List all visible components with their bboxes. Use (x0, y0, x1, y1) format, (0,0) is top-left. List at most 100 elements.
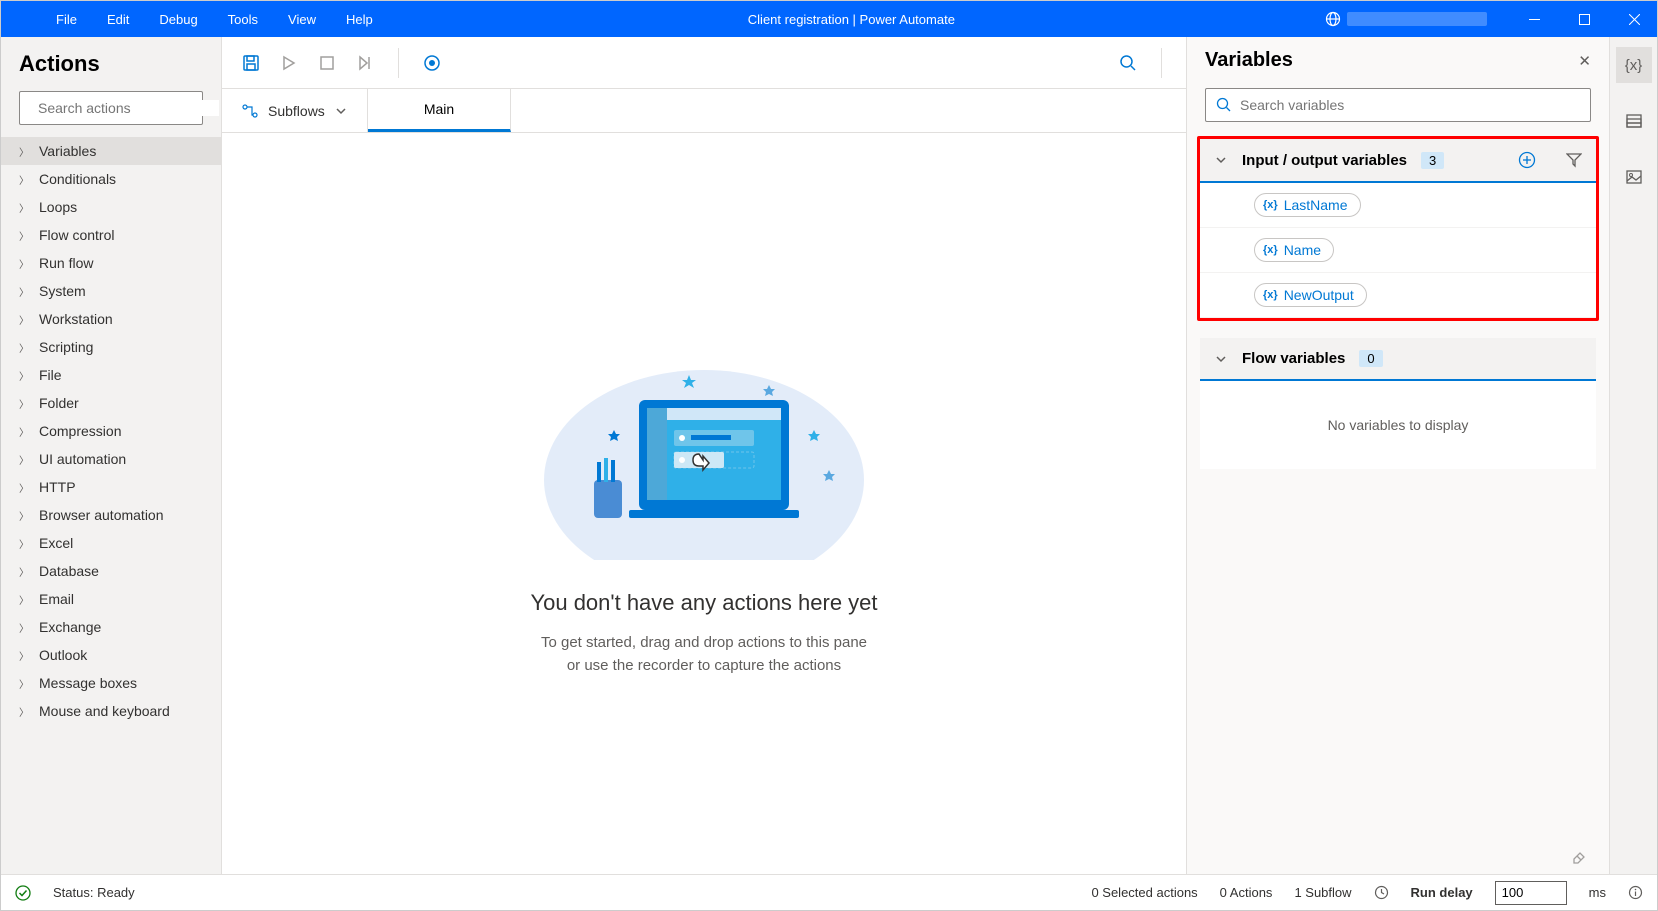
actions-search-input[interactable] (38, 100, 219, 116)
maximize-button[interactable] (1561, 1, 1607, 37)
category-file[interactable]: 〉 File (1, 361, 221, 389)
menubar: File Edit Debug Tools View Help (1, 12, 388, 27)
variable-value-box (1359, 286, 1415, 304)
chevron-right-icon: 〉 (19, 284, 29, 299)
close-panel-button[interactable]: ✕ (1578, 52, 1591, 70)
chevron-right-icon: 〉 (19, 508, 29, 523)
subflows-dropdown[interactable]: Subflows (222, 89, 368, 132)
variable-icon: {x} (1263, 289, 1278, 301)
actions-search[interactable] (19, 91, 203, 125)
category-label: Scripting (39, 339, 93, 355)
tab-main[interactable]: Main (368, 89, 511, 132)
category-loops[interactable]: 〉Loops (1, 193, 221, 221)
category-variables[interactable]: 〉Variables (1, 137, 221, 165)
chevron-right-icon: 〉 (19, 256, 29, 271)
flow-vars-empty: No variables to display (1200, 381, 1596, 469)
menu-tools[interactable]: Tools (213, 12, 273, 27)
recorder-button[interactable] (421, 52, 443, 74)
category-message-boxes[interactable]: 〉Message boxes (1, 669, 221, 697)
variable-pill[interactable]: {x}Name (1254, 238, 1334, 262)
menu-file[interactable]: File (41, 12, 92, 27)
category-system[interactable]: 〉 System (1, 277, 221, 305)
category-label: System (39, 283, 86, 299)
variable-icon: {x} (1263, 244, 1278, 256)
category-label: Excel (39, 535, 73, 551)
flow-variables-header[interactable]: Flow variables 0 (1200, 338, 1596, 381)
menu-edit[interactable]: Edit (92, 12, 144, 27)
category-run-flow[interactable]: 〉Run flow (1, 249, 221, 277)
tenant-badge[interactable] (1315, 9, 1497, 29)
category-label: Mouse and keyboard (39, 703, 170, 719)
titlebar: File Edit Debug Tools View Help Client r… (1, 1, 1657, 37)
category-compression[interactable]: 〉Compression (1, 417, 221, 445)
designer-canvas[interactable]: You don't have any actions here yet To g… (222, 133, 1186, 874)
chevron-right-icon: 〉 (19, 172, 29, 187)
variable-item[interactable]: {x}LastName (1200, 183, 1596, 228)
category-conditionals[interactable]: 〉Conditionals (1, 165, 221, 193)
category-flow-control[interactable]: 〉Flow control (1, 221, 221, 249)
variable-name: NewOutput (1284, 287, 1354, 303)
variable-item[interactable]: {x} NewOutput (1200, 273, 1596, 318)
window-title: Client registration | Power Automate (388, 12, 1315, 27)
search-icon (1216, 97, 1232, 113)
variable-pill[interactable]: {x} NewOutput (1254, 283, 1367, 307)
variables-search[interactable] (1205, 88, 1591, 122)
category-mouse-keyboard[interactable]: 〉 Mouse and keyboard (1, 697, 221, 725)
variables-search-input[interactable] (1240, 97, 1580, 113)
status-text: Status: Ready (53, 885, 135, 900)
run-delay-input[interactable] (1495, 881, 1567, 905)
category-browser-automation[interactable]: 〉Browser automation (1, 501, 221, 529)
center-panel: Subflows Main (222, 37, 1186, 874)
variables-panel: Variables ✕ Input / output variables 3 {… (1186, 37, 1609, 874)
variable-value-box (1353, 196, 1409, 214)
chevron-right-icon: 〉 (19, 424, 29, 439)
variable-pill[interactable]: {x}LastName (1254, 193, 1361, 217)
category-http[interactable]: 〉HTTP (1, 473, 221, 501)
close-button[interactable] (1611, 1, 1657, 37)
category-label: Variables (39, 143, 96, 159)
empty-state-illustration (539, 330, 869, 560)
chevron-right-icon: 〉 (19, 704, 29, 719)
save-button[interactable] (240, 52, 262, 74)
category-label: File (39, 367, 62, 383)
rail-variables-button[interactable]: {x} (1616, 47, 1652, 83)
actions-list[interactable]: 〉Variables 〉Conditionals 〉Loops 〉Flow co… (1, 137, 221, 874)
category-folder[interactable]: 〉Folder (1, 389, 221, 417)
filter-button[interactable] (1566, 152, 1582, 168)
main-area: Actions 〉Variables 〉Conditionals 〉Loops … (1, 37, 1657, 874)
stop-button[interactable] (316, 52, 338, 74)
category-label: Database (39, 563, 99, 579)
minimize-button[interactable] (1511, 1, 1557, 37)
io-section-title: Input / output variables (1242, 152, 1407, 169)
info-icon[interactable] (1628, 885, 1643, 900)
category-scripting[interactable]: 〉Scripting (1, 333, 221, 361)
variable-item[interactable]: {x}Name (1200, 228, 1596, 273)
category-workstation[interactable]: 〉Workstation (1, 305, 221, 333)
category-label: Email (39, 591, 74, 607)
io-variables-header[interactable]: Input / output variables 3 (1200, 139, 1596, 183)
rail-images-button[interactable] (1616, 159, 1652, 195)
chevron-down-icon (1214, 153, 1228, 167)
category-exchange[interactable]: 〉Exchange (1, 613, 221, 641)
rail-ui-elements-button[interactable] (1616, 103, 1652, 139)
run-button[interactable] (278, 52, 300, 74)
chevron-right-icon: 〉 (19, 228, 29, 243)
variables-title: Variables (1205, 49, 1578, 72)
add-variable-button[interactable] (1518, 151, 1536, 169)
chevron-right-icon: 〉 (19, 536, 29, 551)
category-outlook[interactable]: 〉Outlook (1, 641, 221, 669)
menu-view[interactable]: View (273, 12, 331, 27)
chevron-right-icon: 〉 (19, 312, 29, 327)
menu-debug[interactable]: Debug (144, 12, 212, 27)
menu-help[interactable]: Help (331, 12, 388, 27)
category-database[interactable]: 〉Database (1, 557, 221, 585)
category-ui-automation[interactable]: 〉UI automation (1, 445, 221, 473)
flow-variables-section: Flow variables 0 No variables to display (1197, 335, 1599, 472)
chevron-right-icon: 〉 (19, 368, 29, 383)
category-email[interactable]: 〉Email (1, 585, 221, 613)
category-label: HTTP (39, 479, 76, 495)
step-button[interactable] (354, 52, 376, 74)
clear-button[interactable] (1571, 846, 1589, 864)
category-excel[interactable]: 〉 Excel (1, 529, 221, 557)
search-flow-button[interactable] (1117, 52, 1139, 74)
